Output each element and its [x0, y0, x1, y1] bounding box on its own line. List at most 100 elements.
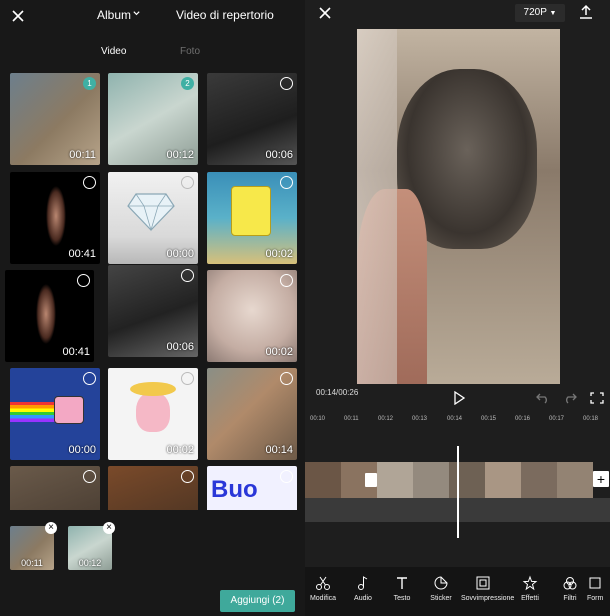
add-button[interactable]: Aggiungi (2) [220, 590, 295, 612]
export-icon[interactable] [578, 4, 594, 20]
clip-frame [305, 462, 341, 498]
tab-album[interactable]: Album [97, 8, 131, 22]
media-tile[interactable]: 00:02 [207, 270, 297, 362]
ruler-tick: 00:17 [549, 416, 565, 422]
tool-label: Sticker [430, 595, 452, 602]
tool-sticker[interactable]: Sticker [421, 575, 461, 603]
media-tile[interactable]: 2 00:12 [108, 73, 198, 165]
cat-character [54, 396, 84, 424]
close-icon[interactable] [10, 8, 26, 24]
duration-label: 00:06 [166, 341, 194, 353]
media-tile[interactable]: 00:41 [10, 172, 100, 264]
tool-effetti[interactable]: Effetti [510, 575, 550, 603]
tool-modifica[interactable]: Modifica [303, 575, 343, 603]
select-circle[interactable] [280, 470, 293, 483]
media-type-tabs: Video Foto [0, 32, 305, 68]
time-ruler[interactable]: 00:10 00:11 00:12 00:13 00:14 00:15 00:1… [305, 412, 610, 432]
sponge-character [231, 186, 271, 236]
format-icon [589, 577, 601, 589]
select-circle[interactable] [280, 176, 293, 189]
media-tile[interactable]: 00:41 [5, 270, 94, 362]
picker-header: Album Video di repertorio [0, 0, 305, 32]
duration-label: 00:12 [166, 149, 194, 161]
tab-stock-videos[interactable]: Video di repertorio [176, 8, 274, 22]
duration-label: 00:41 [68, 248, 96, 260]
clip-frame [377, 462, 413, 498]
media-tile[interactable]: 00:00 [108, 172, 198, 264]
transition-icon[interactable] [365, 473, 377, 487]
duration-label: 00:02 [166, 444, 194, 456]
editor-panel: 720P ▼ 00:14/00:26 00:10 00:11 00:12 00:… [305, 0, 610, 616]
select-circle[interactable] [280, 274, 293, 287]
add-clip-button[interactable]: + [593, 471, 609, 487]
clip-frame [521, 462, 557, 498]
time-readout: 00:14/00:26 [316, 388, 359, 397]
select-circle[interactable] [181, 470, 194, 483]
media-tile[interactable]: 1 00:11 [10, 73, 100, 165]
media-tile[interactable] [108, 466, 198, 510]
media-tile[interactable]: 00:06 [108, 265, 198, 357]
remove-icon[interactable]: × [103, 522, 115, 534]
media-tile[interactable]: 00:02 [108, 368, 198, 460]
select-circle[interactable] [181, 269, 194, 282]
select-circle[interactable] [280, 77, 293, 90]
select-circle[interactable] [181, 372, 194, 385]
clip-frame [413, 462, 449, 498]
tool-label: Modifica [309, 595, 337, 602]
resolution-label: 720P [523, 7, 547, 18]
diamond-icon [127, 193, 175, 232]
clip-frame [557, 462, 593, 498]
subtab-video[interactable]: Video [101, 46, 126, 57]
ruler-tick: 00:18 [583, 416, 599, 422]
media-tile[interactable]: 00:14 [207, 368, 297, 460]
select-circle[interactable] [280, 372, 293, 385]
clip-frame [449, 462, 485, 498]
select-circle[interactable] [83, 470, 96, 483]
close-icon[interactable] [317, 5, 333, 21]
scissors-icon [316, 576, 330, 590]
media-tile[interactable]: 00:06 [207, 73, 297, 165]
media-tile[interactable]: 00:02 [207, 172, 297, 264]
sombrero [130, 382, 176, 396]
selection-number-badge: 2 [181, 77, 194, 90]
tool-label: Form [587, 595, 604, 602]
resolution-dropdown[interactable]: 720P ▼ [515, 4, 565, 22]
select-circle[interactable] [181, 176, 194, 189]
subtab-foto[interactable]: Foto [180, 46, 200, 57]
media-tile[interactable] [10, 466, 100, 510]
cartoon-character [136, 392, 170, 432]
timeline-clip-strip[interactable] [305, 462, 595, 498]
playhead[interactable] [457, 446, 459, 538]
tool-filtri[interactable]: Filtri [550, 575, 590, 603]
redo-icon[interactable] [563, 392, 577, 404]
select-circle[interactable] [77, 274, 90, 287]
fullscreen-icon[interactable] [590, 392, 604, 404]
chevron-down-icon[interactable] [132, 9, 141, 18]
duration-label: 00:14 [265, 444, 293, 456]
media-tile[interactable]: Buo [207, 466, 297, 510]
select-circle[interactable] [83, 176, 96, 189]
overlay-icon [476, 576, 490, 590]
ruler-tick: 00:10 [310, 416, 326, 422]
music-note-icon [358, 576, 368, 590]
remove-icon[interactable]: × [45, 522, 57, 534]
tool-audio[interactable]: Audio [343, 575, 383, 603]
duration-label: 00:06 [265, 149, 293, 161]
duration-label: 00:11 [69, 149, 96, 161]
tool-sovvimpressione[interactable]: Sovvimpressione [461, 575, 514, 603]
sticker-icon [434, 576, 448, 590]
duration-label: 00:02 [265, 346, 293, 358]
tool-label: Testo [393, 595, 411, 602]
editor-toolbar: Modifica Audio Testo Sticker Sovvimpress… [305, 567, 610, 616]
play-icon[interactable] [453, 391, 465, 405]
undo-icon[interactable] [536, 392, 550, 404]
media-picker-panel: Album Video di repertorio Video Foto 1 0… [0, 0, 305, 616]
select-circle[interactable] [83, 372, 96, 385]
tool-formato[interactable]: Form [587, 575, 610, 603]
effects-star-icon [522, 575, 538, 591]
pillow-image [357, 29, 397, 384]
tool-testo[interactable]: Testo [382, 575, 422, 603]
caret-down-icon: ▼ [549, 10, 557, 17]
media-tile[interactable]: 00:00 [10, 368, 100, 460]
rainbow-trail [10, 402, 55, 422]
